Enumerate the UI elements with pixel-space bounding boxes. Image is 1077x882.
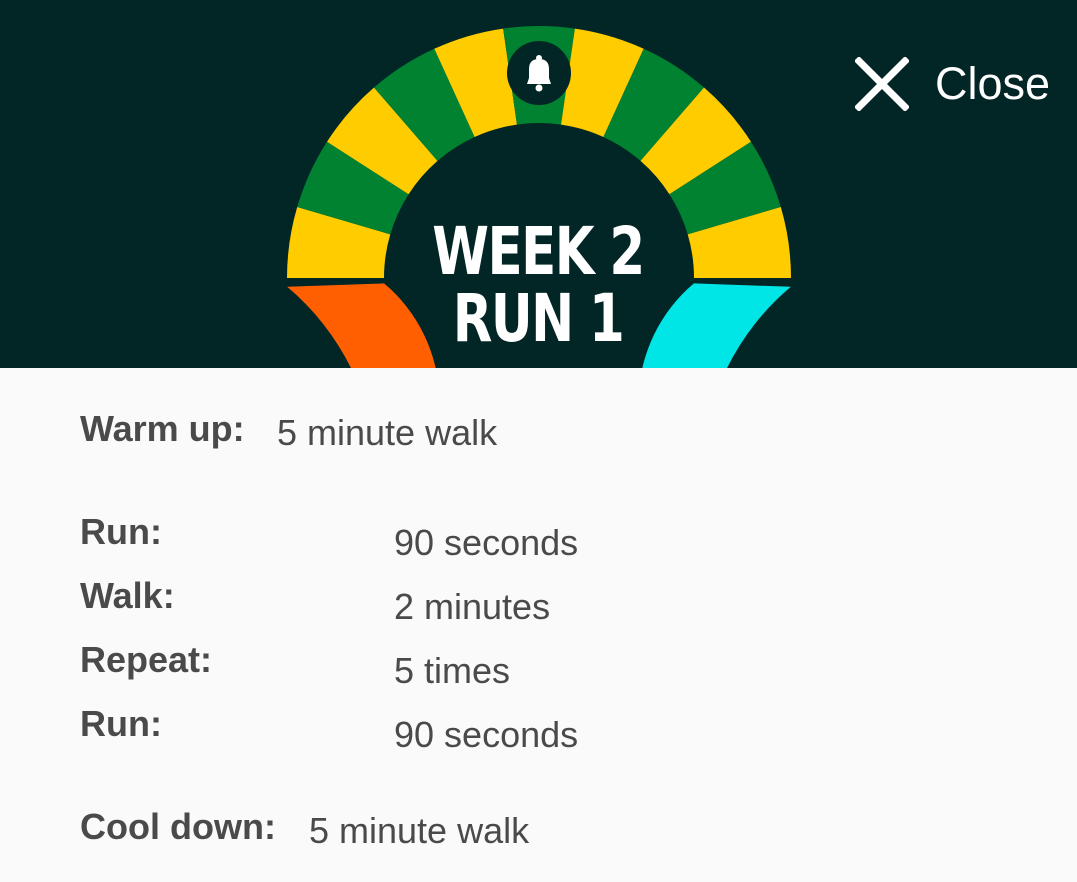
step-label: Walk: (80, 575, 175, 616)
bell-badge (507, 41, 571, 105)
warmup-segment (287, 283, 436, 368)
workout-header: WEEK 2 RUN 1 Close (0, 0, 1077, 368)
step-value: 90 seconds (394, 522, 579, 563)
warmup-value: 5 minute walk (277, 412, 498, 453)
step-label: Run: (80, 703, 162, 744)
warmup-label: Warm up: (80, 408, 245, 449)
close-icon (855, 57, 909, 111)
step-label: Run: (80, 511, 162, 552)
cooldown-label: Cool down: (80, 806, 276, 847)
step-value: 2 minutes (394, 586, 551, 627)
step-value: 90 seconds (394, 714, 579, 755)
step-value: 5 times (394, 650, 511, 691)
cooldown-segment (642, 283, 791, 368)
cooldown-value: 5 minute walk (309, 810, 530, 851)
workout-plan: Warm up: 5 minute walk Run: 90 seconds W… (0, 368, 1077, 882)
close-label: Close (935, 58, 1051, 109)
close-button[interactable]: Close (855, 56, 1050, 112)
step-label: Repeat: (80, 639, 213, 680)
run-title: RUN 1 (452, 280, 625, 357)
week-title: WEEK 2 (432, 213, 645, 290)
